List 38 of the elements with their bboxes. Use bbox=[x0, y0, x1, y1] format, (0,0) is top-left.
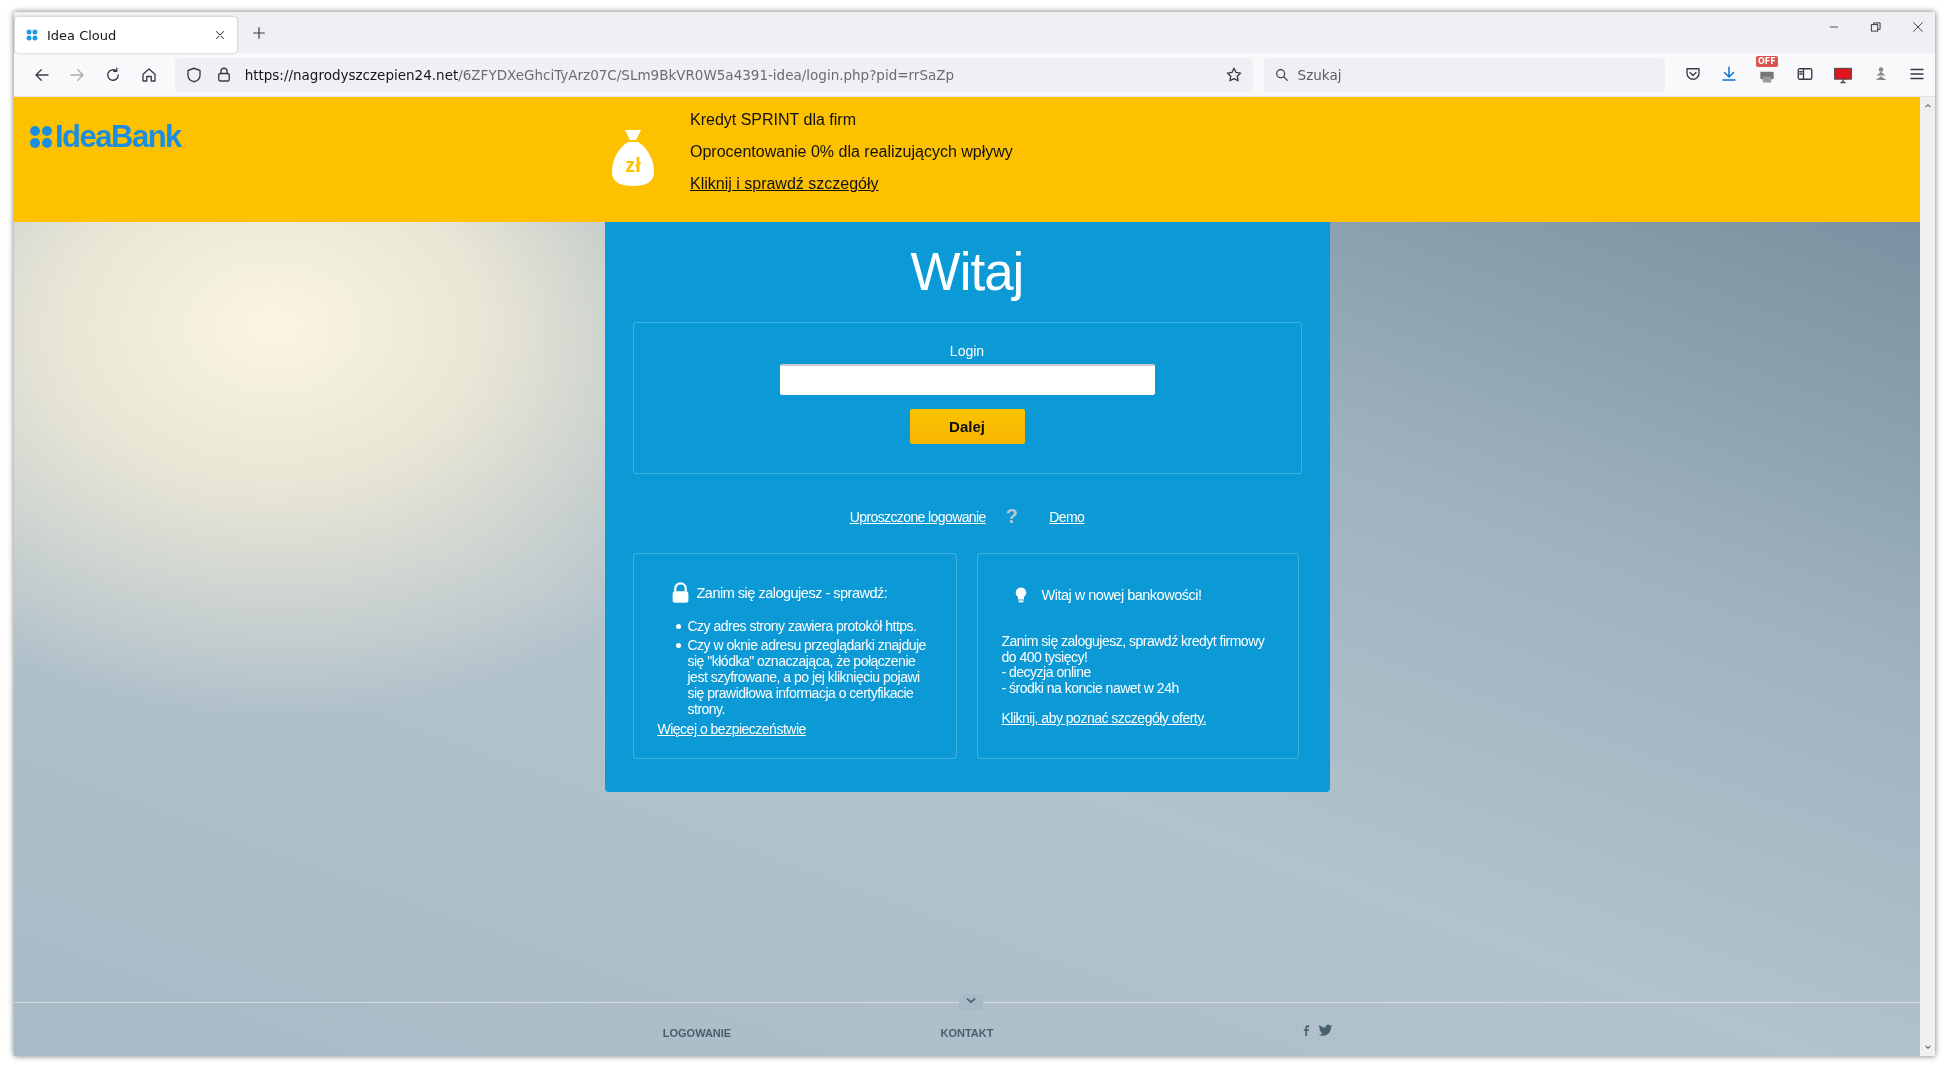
bullet-dot bbox=[675, 624, 681, 629]
close-icon[interactable] bbox=[1911, 20, 1925, 34]
promo-link[interactable]: Kliknij i sprawdź szczegóły bbox=[690, 168, 1013, 200]
search-field[interactable]: Szukaj bbox=[1263, 57, 1665, 92]
address-bar[interactable]: https://nagrodyszczepien24.net/6ZFYDXeGhciTyArz07C/SLm9BkVR0W5a4391-idea/login.php?pid=rrSaZp bbox=[174, 57, 1253, 92]
checklist-item: Czy w oknie adresu przeglądarki znajduje się "kłódka" oznaczająca, że połączenie jest szyfrowane, a po jej kliknięciu pojawi się prawidłowa informacja o certyfikacie strony. bbox=[687, 637, 927, 717]
footer-link[interactable]: LOGOWANIE bbox=[662, 1020, 732, 1039]
browser-tab[interactable]: Idea Cloud bbox=[15, 17, 237, 53]
logo-icon[interactable] bbox=[29, 125, 53, 149]
demo-link[interactable]: Demo bbox=[1049, 508, 1085, 525]
logo-text[interactable]: IdeaBank bbox=[55, 119, 181, 155]
search-icon[interactable] bbox=[1273, 66, 1290, 83]
star-icon[interactable] bbox=[1224, 65, 1243, 84]
checklist-item: Czy adres strony zawiera protokół https. bbox=[687, 618, 918, 634]
currency-label: zł bbox=[624, 154, 642, 177]
footer-link[interactable]: KONTAKT bbox=[940, 1020, 994, 1039]
info-link[interactable]: Kliknij, aby poznać szczegóły oferty. bbox=[1001, 710, 1207, 726]
new-tab-icon[interactable] bbox=[251, 25, 267, 41]
app-icon[interactable] bbox=[25, 28, 39, 42]
download-icon[interactable] bbox=[1720, 64, 1738, 83]
shield-icon[interactable] bbox=[184, 65, 203, 84]
extension-badge: OFF bbox=[1756, 55, 1778, 67]
twitter-icon[interactable] bbox=[1317, 1023, 1334, 1038]
login-field[interactable] bbox=[779, 364, 1155, 395]
restore-icon[interactable] bbox=[1869, 20, 1883, 34]
simple-login-link[interactable]: Uproszczone logowanie bbox=[849, 508, 986, 525]
promo-text: Oprocentowanie 0% dla realizujących wpływy bbox=[690, 142, 1013, 162]
welcome-title: Witaj bbox=[909, 241, 1025, 300]
offer-text: Zanim się zalogujesz, sprawdź kredyt firmowy do 400 tysięcy! - decyzja online - środki na koncie nawet w 24h bbox=[1001, 634, 1266, 696]
close-icon[interactable] bbox=[213, 28, 227, 42]
next-button[interactable]: Dalej bbox=[909, 409, 1025, 444]
field-label: Login bbox=[949, 343, 985, 359]
info-link[interactable]: Więcej o bezpieczeństwie bbox=[657, 721, 806, 737]
box-title: Zanim się zalogujesz - sprawdź: bbox=[696, 585, 888, 601]
box-title: Witaj w nowej bankowości! bbox=[1041, 587, 1202, 603]
bullet-dot bbox=[675, 643, 681, 648]
promo-text: Kredyt SPRINT dla firm bbox=[690, 110, 857, 130]
help-mark[interactable]: ? bbox=[1005, 505, 1018, 528]
